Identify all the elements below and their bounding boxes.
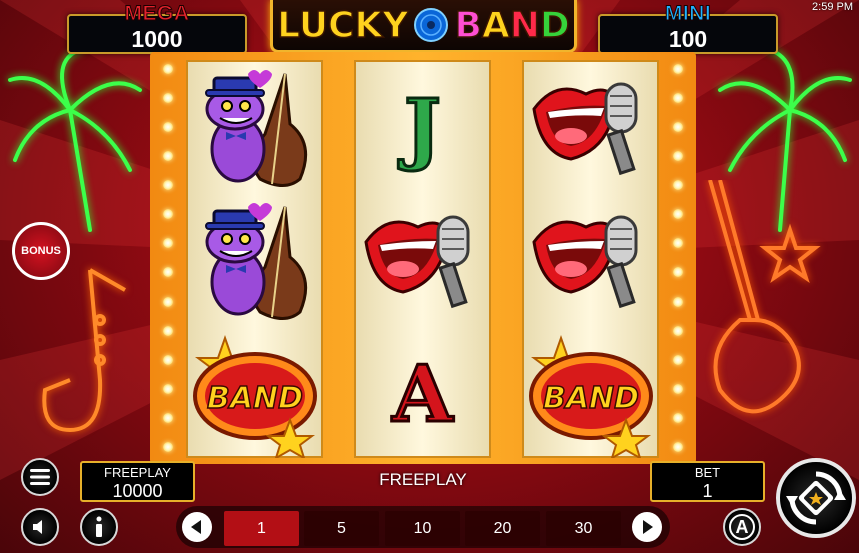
freeplay-balance-panel: FREEPLAY 10000 xyxy=(80,461,195,502)
spin-button[interactable] xyxy=(776,458,856,538)
reel-3: BAND xyxy=(522,60,659,458)
bonus-button[interactable]: BONUS xyxy=(12,222,70,280)
bet-prev-button[interactable] xyxy=(182,512,212,542)
reel-frame: BAND J A BAND xyxy=(150,52,696,464)
logo-lucky-text: LUCKY xyxy=(276,4,409,47)
mega-jackpot-value: 1000 xyxy=(131,26,183,52)
mini-jackpot-panel: MINI 100 xyxy=(598,2,778,54)
bet-option-10[interactable]: 10 xyxy=(385,511,460,546)
bet-value: 1 xyxy=(702,481,713,501)
bet-panel: BET 1 xyxy=(650,461,765,502)
band-symbol-text: BAND xyxy=(206,381,302,416)
bet-option-1[interactable]: 1 xyxy=(224,511,299,546)
palm-tree-neon-right xyxy=(718,48,852,232)
lips-microphone-symbol xyxy=(356,195,489,327)
letter-a-symbol: A xyxy=(391,347,455,441)
band-symbol-text: BAND xyxy=(542,381,638,416)
lips-microphone-symbol xyxy=(524,195,657,327)
autoplay-button[interactable]: A xyxy=(723,508,761,546)
game-stage: BONUS 2:59 PM MEGA 1000 MINI 100 LUCKY B… xyxy=(0,0,859,553)
mini-jackpot-label: MINI xyxy=(664,2,712,26)
bulbs-left xyxy=(153,58,183,458)
bulbs-right xyxy=(663,58,693,458)
frog-bassist-symbol xyxy=(188,195,321,327)
logo-band-text: BAND xyxy=(454,4,571,47)
bulbs-mid-left xyxy=(322,58,352,458)
bet-option-30[interactable]: 30 xyxy=(546,511,621,546)
speaker-icon xyxy=(33,520,42,534)
reel-1: BAND xyxy=(186,60,323,458)
palm-tree-neon-left xyxy=(8,48,142,232)
hamburger-menu-icon xyxy=(30,469,50,485)
reel-2: J A xyxy=(354,60,491,458)
info-icon xyxy=(96,516,102,537)
band-symbol: BAND xyxy=(524,328,657,460)
bet-title: BET xyxy=(694,465,721,480)
status-time: 2:59 PM xyxy=(812,1,853,13)
mini-jackpot-value: 100 xyxy=(668,26,708,52)
sound-button[interactable] xyxy=(21,508,59,546)
autoplay-label: A xyxy=(729,514,755,540)
chevron-left-icon xyxy=(191,520,201,534)
bonus-label: BONUS xyxy=(21,245,61,257)
mega-jackpot-panel: MEGA 1000 xyxy=(67,2,247,54)
freeplay-balance-value: 10000 xyxy=(112,481,163,501)
bet-next-button[interactable] xyxy=(632,512,662,542)
frog-bassist-symbol xyxy=(188,62,321,194)
bet-option-20[interactable]: 20 xyxy=(465,511,540,546)
freeplay-status-text: FREEPLAY xyxy=(379,470,467,489)
letter-j-symbol: J xyxy=(403,81,443,175)
band-symbol: BAND xyxy=(188,328,321,460)
bet-option-5[interactable]: 5 xyxy=(304,511,379,546)
game-logo: LUCKY BAND xyxy=(270,0,577,53)
chevron-right-icon xyxy=(643,520,653,534)
info-button[interactable] xyxy=(80,508,118,546)
saxophone-neon xyxy=(42,268,126,433)
menu-button[interactable] xyxy=(21,458,59,496)
vinyl-record-icon xyxy=(414,8,449,42)
spin-icon xyxy=(786,471,846,525)
freeplay-balance-title: FREEPLAY xyxy=(104,465,171,480)
mega-jackpot-label: MEGA xyxy=(124,2,190,26)
lips-microphone-symbol xyxy=(524,62,657,194)
